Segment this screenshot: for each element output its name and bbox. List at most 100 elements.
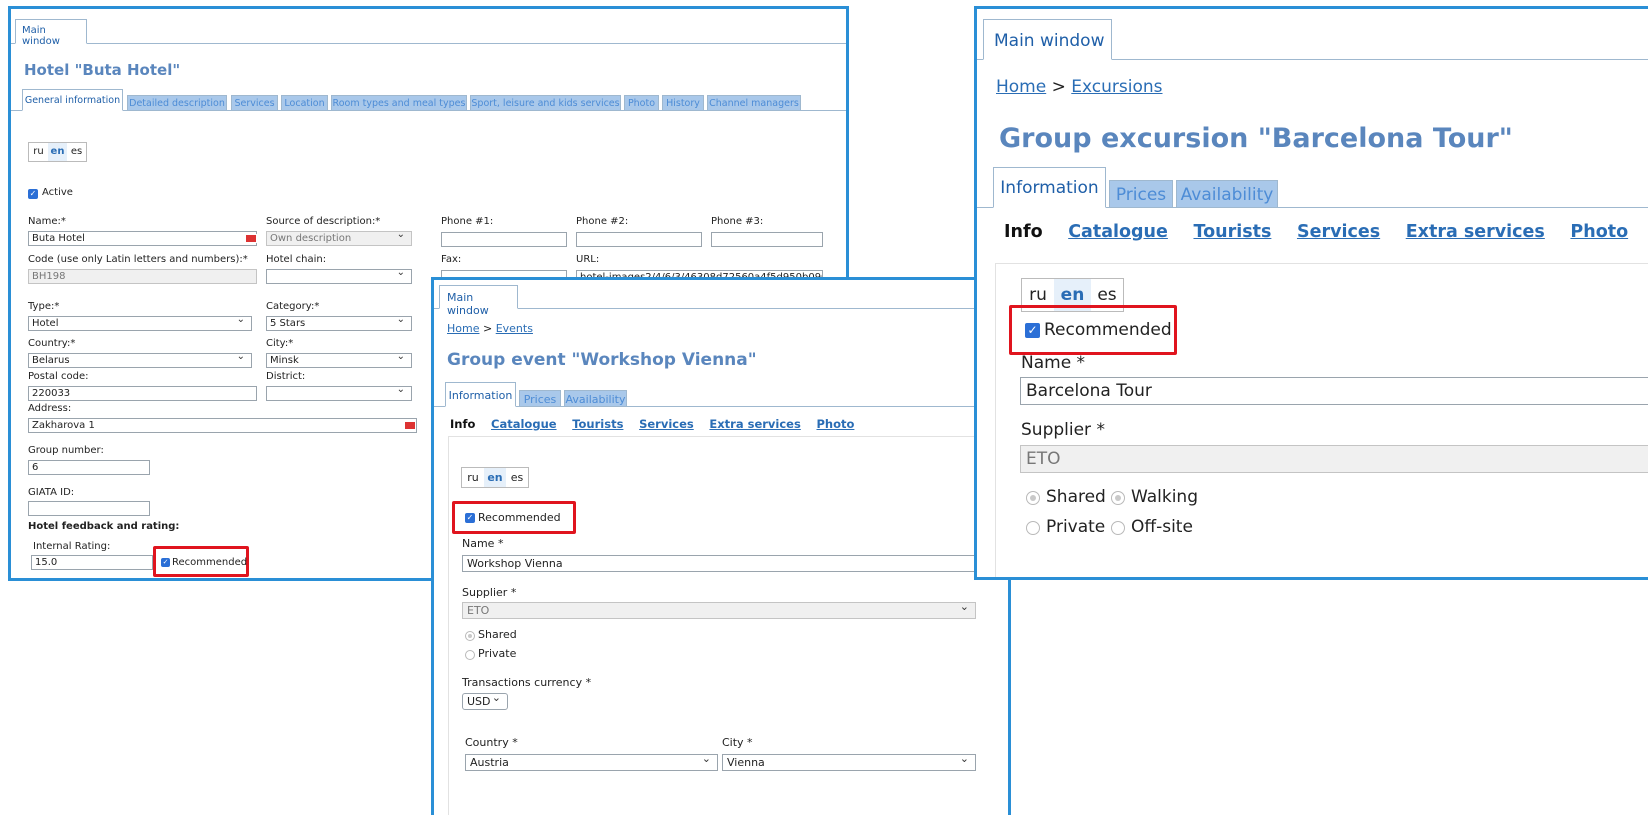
main-window-tab[interactable]: Main window <box>983 19 1112 60</box>
shared-radio[interactable] <box>465 631 475 641</box>
event-window: Main window Home > Events Group event "W… <box>431 277 1011 815</box>
subnav-services[interactable]: Services <box>639 417 694 431</box>
subnav-extra-services[interactable]: Extra services <box>1406 222 1545 242</box>
sub-navigation: Info Catalogue Tourists Services Extra s… <box>450 417 854 431</box>
country-select[interactable]: Belarus <box>28 353 252 368</box>
subnav-info[interactable]: Info <box>450 417 475 431</box>
language-switcher: ru en es <box>461 467 529 488</box>
tab-availability[interactable]: Availability <box>1176 180 1278 208</box>
walking-radio[interactable] <box>1111 491 1125 505</box>
name-field[interactable]: Barcelona Tour <box>1020 377 1648 405</box>
tab-channel-managers[interactable]: Channel managers <box>707 95 801 111</box>
chain-label: Hotel chain: <box>266 254 327 265</box>
city-label: City:* <box>266 338 294 349</box>
district-select[interactable] <box>266 386 412 401</box>
phone1-field[interactable] <box>441 232 567 247</box>
group-number-field[interactable]: 6 <box>28 460 150 475</box>
tab-prices[interactable]: Prices <box>1109 180 1173 208</box>
supplier-label: Supplier * <box>1021 420 1105 440</box>
rating-field[interactable]: 15.0 <box>31 555 153 570</box>
main-window-tab[interactable]: Main window <box>15 19 87 47</box>
group-number-label: Group number: <box>28 445 104 456</box>
subnav-services[interactable]: Services <box>1297 222 1380 242</box>
private-radio[interactable] <box>465 650 475 660</box>
phone1-label: Phone #1: <box>441 216 494 227</box>
offsite-radio[interactable] <box>1111 521 1125 535</box>
city-select[interactable]: Vienna <box>722 754 976 771</box>
breadcrumb-home[interactable]: Home <box>447 322 479 335</box>
tab-room-types[interactable]: Room types and meal types <box>331 95 467 111</box>
name-field[interactable]: Workshop Vienna <box>462 555 982 572</box>
breadcrumb-home[interactable]: Home <box>996 77 1046 97</box>
subnav-photo[interactable]: Photo <box>816 417 854 431</box>
walking-label: Walking <box>1131 487 1198 507</box>
lang-ru[interactable]: ru <box>29 143 48 161</box>
tab-general-information[interactable]: General information <box>22 89 123 111</box>
phone2-field[interactable] <box>576 232 702 247</box>
subnav-catalogue[interactable]: Catalogue <box>491 417 557 431</box>
postal-label: Postal code: <box>28 371 89 382</box>
phone3-field[interactable] <box>711 232 823 247</box>
subnav-catalogue[interactable]: Catalogue <box>1068 222 1168 242</box>
type-select[interactable]: Hotel <box>28 316 252 331</box>
tab-photo[interactable]: Photo <box>624 95 659 111</box>
tab-location[interactable]: Location <box>281 95 328 111</box>
lang-en[interactable]: en <box>484 468 506 487</box>
code-field[interactable]: BH198 <box>28 269 257 284</box>
tab-detailed-description[interactable]: Detailed description <box>127 95 227 111</box>
page-title: Group event "Workshop Vienna" <box>447 350 757 370</box>
type-label: Type:* <box>28 301 60 312</box>
shared-radio[interactable] <box>1026 491 1040 505</box>
tab-information[interactable]: Information <box>445 382 516 407</box>
breadcrumb: Home > Excursions <box>996 77 1163 97</box>
subnav-photo[interactable]: Photo <box>1570 222 1628 242</box>
subnav-extra-services[interactable]: Extra services <box>709 417 800 431</box>
country-label: Country * <box>465 736 518 749</box>
city-label: City * <box>722 736 753 749</box>
name-label: Name:* <box>28 216 66 227</box>
language-switcher: ru en es <box>28 142 87 162</box>
source-select[interactable]: Own description <box>266 231 412 246</box>
breadcrumb: Home > Events <box>447 322 533 335</box>
city-select[interactable]: Minsk <box>266 353 412 368</box>
address-field[interactable]: Zakharova 1 <box>28 418 417 433</box>
giata-field[interactable] <box>28 501 150 516</box>
tab-history[interactable]: History <box>662 95 704 111</box>
breadcrumb-events[interactable]: Events <box>496 322 533 335</box>
subnav-info[interactable]: Info <box>1004 222 1043 242</box>
private-radio[interactable] <box>1026 521 1040 535</box>
tab-sport-leisure[interactable]: Sport, leisure and kids services <box>470 95 621 111</box>
recommended-checkbox[interactable]: ✓ <box>1025 323 1040 338</box>
sub-navigation: Info Catalogue Tourists Services Extra s… <box>1004 222 1628 242</box>
subnav-tourists[interactable]: Tourists <box>572 417 623 431</box>
private-label: Private <box>478 647 517 660</box>
lang-es[interactable]: es <box>506 468 528 487</box>
recommended-checkbox[interactable]: ✓ <box>465 513 475 523</box>
main-window-tab[interactable]: Main window <box>439 285 518 317</box>
country-select[interactable]: Austria <box>465 754 718 771</box>
currency-select[interactable]: USD <box>462 693 508 710</box>
name-field[interactable]: Buta Hotel <box>28 231 257 246</box>
lang-es[interactable]: es <box>67 143 86 161</box>
supplier-select[interactable]: ETO <box>462 602 976 619</box>
excursion-window: Main window Home > Excursions Group excu… <box>974 6 1648 580</box>
currency-label: Transactions currency * <box>462 676 592 689</box>
breadcrumb-excursions[interactable]: Excursions <box>1071 77 1162 97</box>
shared-label: Shared <box>1046 487 1106 507</box>
supplier-select[interactable]: ETO <box>1020 445 1648 473</box>
postal-field[interactable]: 220033 <box>28 386 257 401</box>
tab-availability[interactable]: Availability <box>564 390 627 407</box>
chain-select[interactable] <box>266 269 412 284</box>
tab-information[interactable]: Information <box>993 167 1106 208</box>
category-label: Category:* <box>266 301 320 312</box>
page-title: Group excursion "Barcelona Tour" <box>999 123 1513 154</box>
tab-prices[interactable]: Prices <box>519 390 561 407</box>
tab-services[interactable]: Services <box>231 95 278 111</box>
recommended-checkbox[interactable]: ✓ <box>161 558 170 567</box>
category-select[interactable]: 5 Stars <box>266 316 412 331</box>
lang-ru[interactable]: ru <box>462 468 484 487</box>
active-checkbox[interactable]: ✓ <box>28 189 38 199</box>
subnav-tourists[interactable]: Tourists <box>1193 222 1271 242</box>
lang-en[interactable]: en <box>48 143 67 161</box>
phone2-label: Phone #2: <box>576 216 629 227</box>
